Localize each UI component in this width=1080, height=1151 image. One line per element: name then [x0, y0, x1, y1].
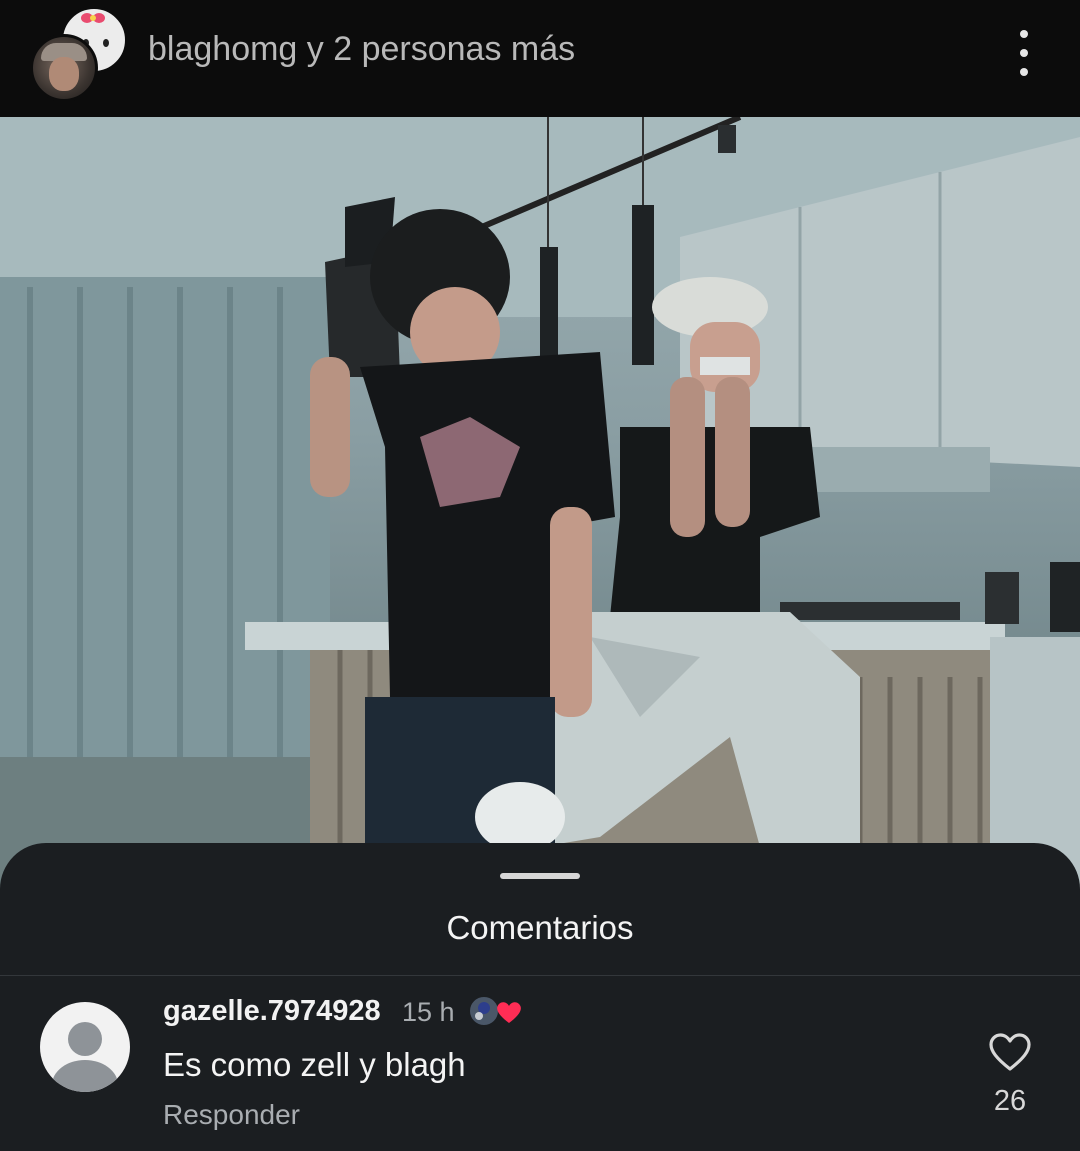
comment-time: 15 h: [402, 997, 455, 1027]
heart-outline-icon[interactable]: [988, 1031, 1032, 1075]
commenter-avatar[interactable]: [40, 1002, 130, 1092]
liked-by-author-badge-icon: [468, 995, 521, 1027]
more-vertical-icon[interactable]: [1006, 30, 1042, 76]
avatar-user: [30, 34, 98, 102]
drag-handle[interactable]: [500, 873, 580, 879]
reply-button[interactable]: Responder: [163, 1099, 300, 1131]
sheet-title: Comentarios: [446, 909, 634, 946]
bow-icon: [81, 13, 105, 23]
like-count: 26: [993, 1085, 1027, 1117]
post-authors-title[interactable]: blaghomg y 2 personas más: [148, 30, 575, 69]
comments-sheet: Comentarios gazelle.7974928 15 h Es como…: [0, 843, 1080, 1151]
comment-text: Es como zell y blagh: [163, 1046, 466, 1083]
post-photo-illustration: [0, 117, 1080, 897]
divider: [0, 975, 1080, 976]
post-photo[interactable]: [0, 117, 1080, 897]
comment-username[interactable]: gazelle.7974928: [163, 995, 381, 1028]
post-header: blaghomg y 2 personas más: [0, 0, 1080, 117]
stacked-avatars[interactable]: [30, 6, 130, 102]
